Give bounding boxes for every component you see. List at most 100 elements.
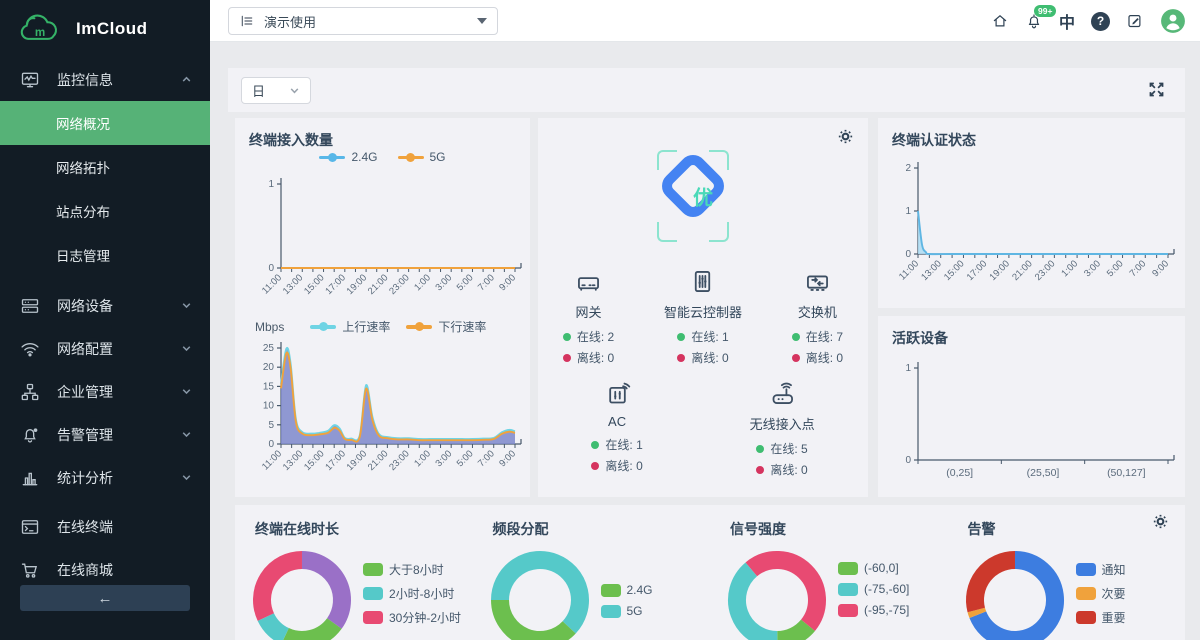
band-allocation-donut [485, 545, 595, 640]
sidebar-item-label: 监控信息 [57, 70, 113, 90]
sidebar-item[interactable]: 网络设备 [0, 284, 210, 327]
wifi-icon [20, 339, 40, 359]
controller-icon [689, 268, 716, 296]
svg-text:17:00: 17:00 [323, 272, 348, 297]
svg-text:m: m [35, 26, 45, 39]
fullscreen-icon[interactable] [1148, 81, 1165, 98]
svg-text:15:00: 15:00 [302, 272, 327, 297]
server-icon [20, 296, 40, 316]
user-avatar[interactable] [1160, 8, 1186, 34]
sidebar-item[interactable]: 监控信息 [0, 58, 210, 101]
legend-item[interactable]: 30分钟-2小时 [363, 609, 461, 626]
access-count-chart: 0111:0013:0015:0017:0019:0021:0023:001:0… [235, 170, 530, 316]
sidebar-subitem[interactable]: 日志管理 [0, 233, 210, 277]
cart-icon [20, 560, 40, 580]
svg-text:5: 5 [268, 420, 274, 431]
scene-list-icon [239, 13, 255, 29]
statistics-panel: 终端在线时长 大于8小时2小时-8小时30分钟-2小时 频段分配 2.4G5G … [235, 505, 1185, 640]
svg-text:19:00: 19:00 [987, 258, 1012, 283]
online-duration-donut [247, 545, 357, 640]
access-chart-legend: 2.4G 5G [235, 150, 530, 164]
sidebar-item[interactable]: 企业管理 [0, 370, 210, 413]
period-select[interactable]: 日 [241, 77, 311, 104]
auth-status-chart: 01211:0013:0015:0017:0019:0021:0023:001:… [878, 154, 1185, 306]
legend-item[interactable]: 2.4G [601, 583, 653, 597]
online-duration-section: 终端在线时长 大于8小时2小时-8小时30分钟-2小时 [235, 505, 473, 640]
network-health-panel: 优 网关在线: 2离线: 0智能云控制器在线: 1离线: 0交换机在线: 7离线… [538, 118, 868, 497]
legend-item[interactable]: 次要 [1076, 585, 1126, 602]
legend-item[interactable]: 大于8小时 [363, 561, 461, 578]
svg-text:21:00: 21:00 [366, 448, 391, 473]
legend-item[interactable]: (-95,-75] [838, 603, 909, 617]
legend-item[interactable]: 2.4G [319, 150, 377, 164]
legend-item[interactable]: 2小时-8小时 [363, 585, 461, 602]
svg-text:19:00: 19:00 [345, 272, 370, 297]
device-online-count: 在线: 2 [563, 326, 614, 347]
sidebar-subitem[interactable]: 网络概况 [0, 101, 210, 145]
svg-text:17:00: 17:00 [323, 448, 348, 473]
sidebar-item[interactable]: 在线终端 [0, 505, 210, 548]
sidebar-subitem[interactable]: 网络拓扑 [0, 145, 210, 189]
svg-text:1: 1 [905, 206, 911, 217]
chevron-down-icon [477, 18, 487, 24]
svg-text:15:00: 15:00 [942, 258, 967, 283]
device-name: 网关 [576, 302, 602, 321]
svg-text:1: 1 [268, 179, 274, 190]
bracket-corner [709, 150, 729, 170]
device-online-count: 在线: 1 [677, 326, 728, 347]
scene-selector-value: 演示使用 [264, 12, 316, 31]
sidebar-item[interactable]: 告警管理 [0, 413, 210, 456]
legend-item[interactable]: 下行速率 [406, 318, 486, 335]
panel-title: 活跃设备 [892, 328, 948, 348]
sidebar-item-label: 在线商城 [57, 560, 113, 580]
alarms-section: 告警 通知次要重要 [948, 505, 1186, 640]
legend-item[interactable]: (-75,-60] [838, 582, 909, 596]
legend-item[interactable]: 重要 [1076, 609, 1126, 626]
sidebar-subitem[interactable]: 站点分布 [0, 189, 210, 233]
legend-item[interactable]: 5G [601, 604, 653, 618]
sidebar-collapse-button[interactable]: ← [20, 585, 190, 611]
svg-text:10: 10 [263, 401, 275, 412]
active-devices-chart: 01(0,25](25,50](50,127] [878, 356, 1185, 494]
device-online-count: 在线: 5 [756, 438, 807, 459]
legend-item[interactable]: 上行速率 [310, 318, 390, 335]
sidebar-item-label: 企业管理 [57, 382, 113, 402]
svg-text:17:00: 17:00 [965, 258, 990, 283]
app-window: m ImCloud 监控信息网络概况网络拓扑站点分布日志管理网络设备网络配置企业… [0, 0, 1200, 640]
arrow-left-icon: ← [98, 590, 113, 607]
svg-text:(25,50]: (25,50] [1027, 467, 1060, 479]
svg-text:3:00: 3:00 [1082, 258, 1103, 279]
svg-text:2: 2 [905, 163, 911, 174]
signal-strength-section: 信号强度 (-60,0](-75,-60](-95,-75] [710, 505, 948, 640]
home-icon[interactable] [991, 12, 1009, 30]
help-icon[interactable]: ? [1091, 12, 1110, 31]
svg-text:5:00: 5:00 [455, 448, 476, 469]
sidebar-item[interactable]: 统计分析 [0, 456, 210, 499]
dashboard-toolbar: 日 [228, 68, 1185, 112]
notifications-bell-icon[interactable]: 99+ [1025, 12, 1043, 30]
legend-item[interactable]: 通知 [1076, 561, 1126, 578]
device-status-row: AC在线: 1离线: 0无线接入点在线: 5离线: 0 [538, 380, 868, 480]
notification-count-badge: 99+ [1034, 5, 1056, 17]
terminal-access-panel: 终端接入数量 2.4G5G 0111:0013:0015:0017:0019:0… [235, 118, 530, 497]
feedback-edit-icon[interactable] [1126, 12, 1144, 30]
svg-text:(0,25]: (0,25] [946, 467, 973, 479]
gear-icon[interactable] [837, 128, 854, 145]
scene-selector[interactable]: 演示使用 [228, 7, 498, 35]
svg-text:13:00: 13:00 [281, 272, 306, 297]
svg-text:3:00: 3:00 [433, 272, 454, 293]
device-online-count: 在线: 7 [792, 326, 843, 347]
legend-item[interactable]: (-60,0] [838, 561, 909, 575]
sidebar-item-label: 在线终端 [57, 517, 113, 537]
svg-text:5:00: 5:00 [1105, 258, 1126, 279]
language-toggle[interactable]: 中 [1059, 9, 1075, 33]
svg-text:0: 0 [905, 455, 911, 466]
donut-legend: 通知次要重要 [1076, 561, 1126, 626]
svg-text:5:00: 5:00 [455, 272, 476, 293]
ac-icon [604, 380, 631, 408]
sidebar-item[interactable]: 网络配置 [0, 327, 210, 370]
svg-text:7:00: 7:00 [1128, 258, 1149, 279]
device-name: 交换机 [798, 302, 837, 321]
sidebar-item-label: 网络配置 [57, 339, 113, 359]
legend-item[interactable]: 5G [398, 150, 446, 164]
